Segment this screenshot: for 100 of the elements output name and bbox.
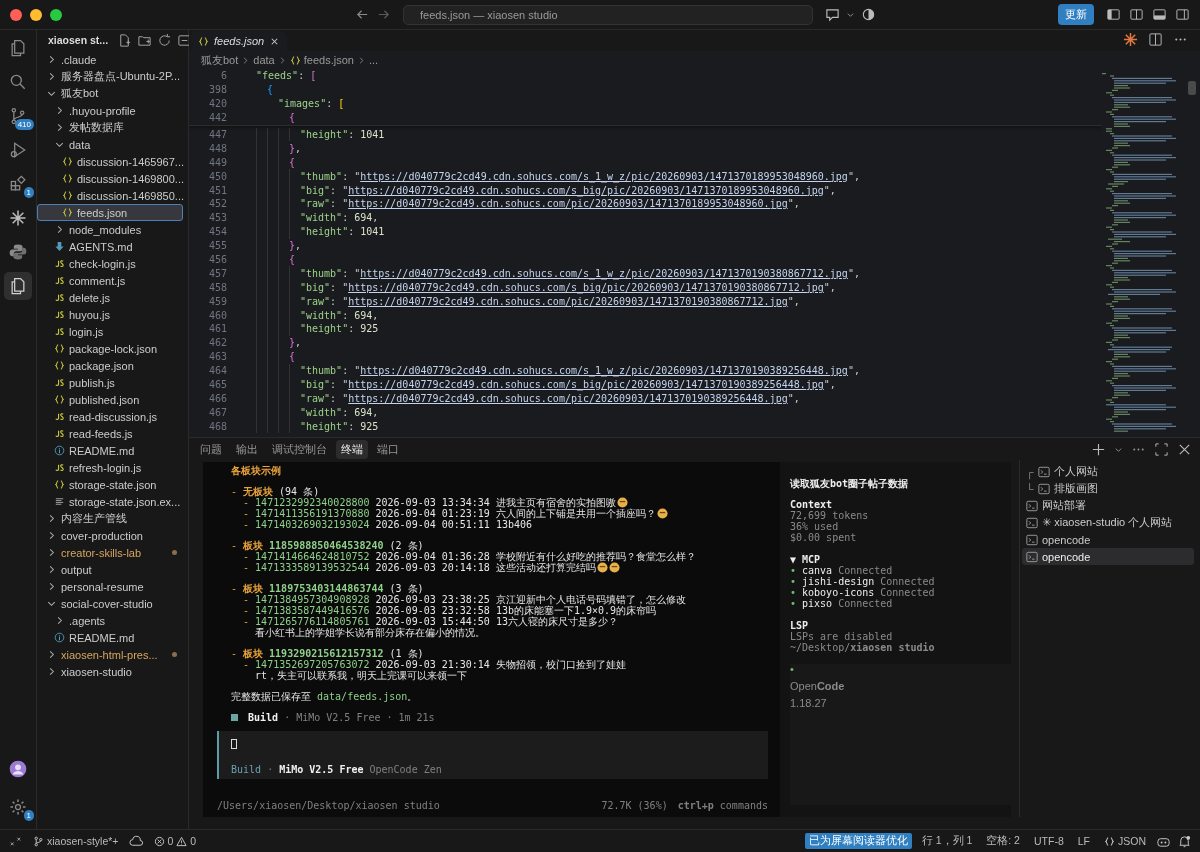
tree-item[interactable]: storage-state.json.ex... [37, 493, 183, 510]
panel-tab[interactable]: 调试控制台 [267, 439, 332, 459]
breadcrumb-item[interactable]: data [253, 54, 275, 66]
panel-toggle-icon[interactable] [1152, 7, 1167, 22]
tree-item[interactable]: discussion-1465967... [37, 153, 183, 170]
command-center[interactable]: feeds.json — xiaosen studio [403, 4, 813, 25]
emoji-icon [656, 508, 668, 519]
scrollbar-thumb[interactable] [1188, 81, 1196, 95]
activity-button[interactable]: 1 [4, 170, 32, 198]
tree-item[interactable]: personal-resume [37, 578, 183, 595]
half-circle-icon[interactable] [861, 7, 876, 22]
tree-item[interactable]: 内容生产管线 [37, 510, 183, 527]
bell-icon[interactable] [1177, 833, 1192, 849]
tree-item[interactable]: .huyou-profile [37, 102, 183, 119]
panel-tab[interactable]: 终端 [336, 439, 368, 459]
tree-item[interactable]: README.md [37, 629, 183, 646]
tree-item[interactable]: node_modules [37, 221, 183, 238]
tree-item[interactable]: discussion-1469850... [37, 187, 183, 204]
terminal-item[interactable]: opencode [1022, 531, 1194, 548]
server-status: Connected [880, 587, 935, 598]
tree-item[interactable]: package.json [37, 357, 183, 374]
activity-button[interactable] [4, 272, 32, 300]
tree-item[interactable]: publish.js [37, 374, 183, 391]
cursor-position[interactable]: 行 1，列 1 [917, 833, 977, 849]
terminal-item[interactable]: └ 排版画图 [1022, 480, 1194, 497]
tree-item[interactable]: .claude [37, 51, 183, 68]
tree-item[interactable]: cover-production [37, 527, 183, 544]
terminal-item[interactable]: ┌ 个人网站 [1022, 463, 1194, 480]
tree-item[interactable]: data [37, 136, 183, 153]
minimize-button[interactable] [30, 8, 42, 21]
tree-item[interactable]: social-cover-studio [37, 595, 183, 612]
tree-item[interactable]: login.js [37, 323, 183, 340]
tree-item[interactable]: read-discussion.js [37, 408, 183, 425]
tree-item[interactable]: output [37, 561, 183, 578]
line-number: 458 [207, 281, 227, 293]
editor-tab[interactable]: feeds.json [191, 31, 288, 51]
line-number: 455 [207, 240, 227, 252]
screen-reader-button[interactable]: 已为屏幕阅读器优化 [804, 833, 912, 849]
tree-item[interactable]: huyou.js [37, 306, 183, 323]
terminal-item[interactable]: opencode [1022, 548, 1194, 565]
tree-item[interactable]: refresh-login.js [37, 459, 183, 476]
zoom-button[interactable] [50, 8, 62, 21]
sidebar-toggle-icon[interactable] [1106, 7, 1121, 22]
panel-tab[interactable]: 输出 [231, 439, 263, 459]
tree-item[interactable]: delete.js [37, 289, 183, 306]
js-file-icon [54, 377, 65, 388]
info-icon [54, 632, 65, 643]
sparkle-icon[interactable] [1123, 31, 1138, 47]
tree-item[interactable]: discussion-1469800... [37, 170, 183, 187]
problems-button[interactable]: 0 0 [149, 834, 201, 848]
language-button[interactable]: JSON [1100, 834, 1150, 848]
tree-item[interactable]: xiaosen-html-pres... [37, 646, 183, 663]
maximize-icon[interactable] [1154, 441, 1169, 457]
split-editor-icon[interactable] [1148, 31, 1163, 47]
cloud-sync-icon[interactable] [128, 833, 144, 849]
code-line: "feeds": [ [256, 70, 317, 82]
new-file-icon[interactable] [117, 32, 133, 48]
terminal-item[interactable]: 网站部署 [1022, 497, 1194, 514]
prompt-input[interactable]: Build · MiMo V2.5 Free OpenCode Zen [217, 731, 768, 779]
caret-icon[interactable] [846, 10, 855, 19]
account-avatar[interactable] [8, 759, 28, 779]
branch-button[interactable]: xiaosen-style*+ [29, 834, 123, 848]
close-button[interactable] [10, 8, 22, 21]
panel-tab[interactable]: 问题 [195, 439, 227, 459]
line-number: 398 [207, 84, 227, 96]
terminal-item[interactable]: ✳ xiaosen-studio 个人网站 [1022, 514, 1194, 531]
breadcrumb-item[interactable]: 狐友bot [201, 52, 239, 68]
add-icon[interactable] [1091, 441, 1106, 457]
tree-item[interactable]: creator-skills-lab [37, 544, 183, 561]
tree-item[interactable]: comment.js [37, 272, 183, 289]
split-layout-icon[interactable] [1129, 7, 1144, 22]
terminal-line: 完整数据已保存至 data/feeds.json。 [231, 691, 418, 702]
breadcrumb-item[interactable]: feeds.json [289, 54, 354, 66]
tree-item[interactable]: xiaosen-studio [37, 663, 183, 680]
code-line: { [289, 112, 296, 124]
tree-item[interactable]: check-login.js [37, 255, 183, 272]
tree-item[interactable]: feeds.json [37, 204, 183, 221]
indentation-button[interactable]: 空格: 2 [982, 833, 1024, 849]
tree-item[interactable]: published.json [37, 391, 183, 408]
tree-item[interactable]: README.md [37, 442, 183, 459]
settings-button[interactable]: 1 [4, 793, 32, 821]
js-file-icon [54, 411, 65, 422]
tree-item[interactable]: read-feeds.js [37, 425, 183, 442]
tree-item[interactable]: .agents [37, 612, 183, 629]
encoding-button[interactable]: UTF-8 [1029, 834, 1068, 848]
panel-tab[interactable]: 端口 [372, 439, 404, 459]
tree-item[interactable]: AGENTS.md [37, 238, 183, 255]
update-button[interactable]: 更新 [1058, 4, 1094, 25]
secondary-sidebar-icon[interactable] [1175, 7, 1190, 22]
line-ending-button[interactable]: LF [1073, 834, 1094, 848]
chat-icon[interactable] [825, 7, 840, 22]
server-status: Connected [838, 565, 893, 576]
tree-item[interactable]: storage-state.json [37, 476, 183, 493]
refresh-icon[interactable] [157, 32, 173, 48]
tree-item[interactable]: 服务器盘点-Ubuntu-2P... [37, 68, 183, 85]
activity-button[interactable]: 410 [4, 102, 32, 130]
tree-item[interactable]: 狐友bot [37, 85, 183, 102]
tree-item[interactable]: 发帖数据库 [37, 119, 183, 136]
breadcrumb-item[interactable]: ... [368, 54, 379, 66]
tree-item[interactable]: package-lock.json [37, 340, 183, 357]
